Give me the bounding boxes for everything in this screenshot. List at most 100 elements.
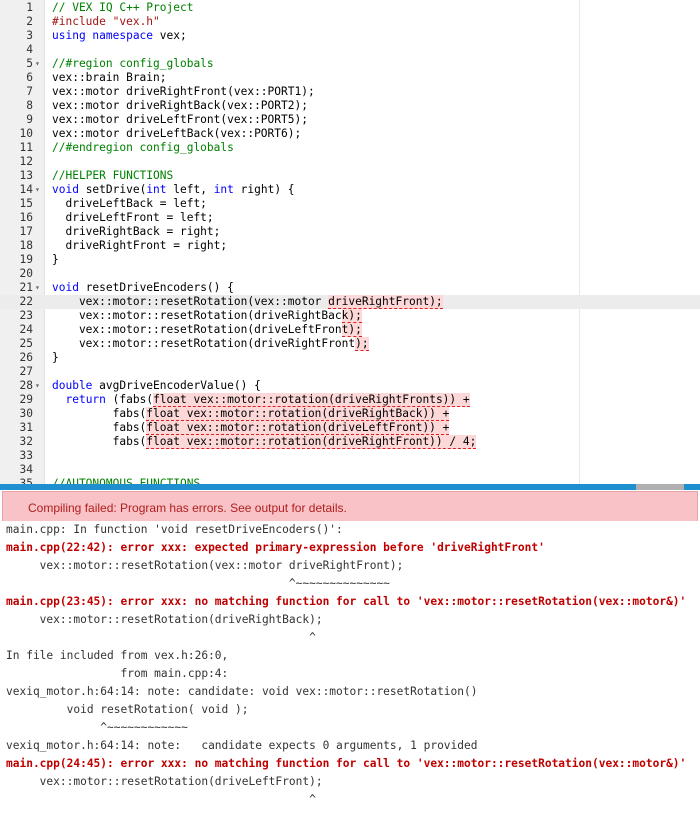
code-text: fabs(float vex::motor::rotation(driveRig… [52, 407, 450, 421]
code-line[interactable]: 31 fabs(float vex::motor::rotation(drive… [0, 421, 700, 435]
code-line[interactable]: 16 driveLeftFront = left; [0, 211, 700, 225]
compile-error-banner: Compiling failed: Program has errors. Se… [2, 491, 698, 522]
code-token: void [52, 281, 79, 294]
output-line: ^ [6, 793, 316, 806]
code-line[interactable]: 13 //HELPER FUNCTIONS [0, 169, 700, 183]
line-number: 23 [19, 309, 33, 322]
code-line[interactable]: 6 vex::brain Brain; [0, 71, 700, 85]
code-line[interactable]: 3 using namespace vex; [0, 29, 700, 43]
code-line[interactable]: 19} [0, 253, 700, 267]
code-line[interactable]: 10 vex::motor driveLeftBack(vex::PORT6); [0, 127, 700, 141]
code-token: using namespace [52, 29, 154, 42]
code-line[interactable]: 14 ▾ void setDrive(int left, int right) { [0, 183, 700, 197]
code-token: driveRightBack = right; [52, 225, 221, 238]
code-line[interactable]: 30 fabs(float vex::motor::rotation(drive… [0, 407, 700, 421]
code-line[interactable]: 9 vex::motor driveLeftFront(vex::PORT5); [0, 113, 700, 127]
code-text: vex::motor::resetRotation(driveLeftFront… [52, 323, 362, 337]
code-token: int [146, 183, 167, 196]
code-line[interactable]: 11 //#endregion config_globals [0, 141, 700, 155]
code-text: using namespace vex; [52, 29, 187, 43]
code-token: "vex.h" [112, 15, 160, 28]
code-token: fabs( [52, 435, 147, 448]
code-token: driveRightFront = right; [52, 239, 228, 252]
code-token: } [52, 253, 59, 266]
code-line[interactable]: 7 vex::motor driveRightFront(vex::PORT1); [0, 85, 700, 99]
code-line[interactable]: 4 [0, 43, 700, 57]
code-token: fabs( [52, 407, 147, 420]
scrollbar-thumb[interactable] [636, 484, 684, 490]
code-token: vex::motor driveRightFront(vex::PORT1); [52, 85, 315, 98]
code-line[interactable]: 24 vex::motor::resetRotation(driveLeftFr… [0, 323, 700, 337]
code-text: driveLeftBack = left; [52, 197, 206, 211]
syntax-error-highlight: float vex::motor::rotation(driveRightFro… [153, 393, 470, 407]
code-editor[interactable]: 1// VEX IQ C++ Project 2 #include "vex.h" 3… [0, 0, 700, 485]
code-line[interactable]: 27 [0, 365, 700, 379]
horizontal-scrollbar[interactable] [0, 484, 700, 490]
line-number: 14 [19, 183, 33, 196]
line-number: 5 [26, 57, 33, 70]
code-text: vex::motor driveLeftBack(vex::PORT6); [52, 127, 301, 141]
code-token: setDrive( [78, 183, 147, 196]
line-number: 3 [26, 29, 33, 42]
line-number: 29 [19, 393, 33, 406]
code-token: left, [166, 183, 214, 196]
code-text: void resetDriveEncoders() { [52, 281, 234, 295]
code-token: } [52, 351, 59, 364]
code-token: resetDriveEncoders() { [78, 281, 234, 294]
code-line[interactable]: 34 [0, 463, 700, 477]
line-number: 1 [26, 1, 33, 14]
syntax-error-highlight: k); [341, 309, 362, 323]
code-token: //#region config_globals [52, 57, 214, 70]
code-line[interactable]: 21 ▾ void resetDriveEncoders() { [0, 281, 700, 295]
code-token: vex; [153, 29, 187, 42]
code-text: vex::motor::resetRotation(vex::motor dri… [52, 295, 443, 309]
line-number: 30 [19, 407, 33, 420]
code-line[interactable]: 26} [0, 351, 700, 365]
line-number: 28 [19, 379, 33, 392]
code-line[interactable]: 25 vex::motor::resetRotation(driveRightF… [0, 337, 700, 351]
code-line[interactable]: 8 vex::motor driveRightBack(vex::PORT2); [0, 99, 700, 113]
line-number: 31 [19, 421, 33, 434]
code-text: //#endregion config_globals [52, 141, 234, 155]
code-line[interactable]: 12 [0, 155, 700, 169]
code-line[interactable]: 22 vex::motor::resetRotation(vex::motor … [0, 295, 700, 309]
code-line[interactable]: 33 [0, 449, 700, 463]
line-number: 2 [26, 15, 33, 28]
line-number: 19 [19, 253, 33, 266]
code-text: vex::motor driveLeftFront(vex::PORT5); [52, 113, 308, 127]
code-text: driveRightBack = right; [52, 225, 220, 239]
code-line[interactable]: 28 ▾ double avgDriveEncoderValue() { [0, 379, 700, 393]
code-token: #include [52, 15, 113, 28]
code-text: void setDrive(int left, int right) { [52, 183, 295, 197]
code-text: vex::motor::resetRotation(driveRightBack… [52, 309, 362, 323]
code-text: fabs(float vex::motor::rotation(driveLef… [52, 421, 450, 435]
compile-error-message: Compiling failed: Program has errors. Se… [28, 501, 347, 515]
fold-toggle-icon[interactable]: ▾ [35, 281, 43, 295]
code-token: vex::motor driveLeftFront(vex::PORT5); [52, 113, 308, 126]
output-line: ^~~~~~~~~~~~~~~ [6, 577, 390, 590]
code-line[interactable]: 23 vex::motor::resetRotation(driveRightB… [0, 309, 700, 323]
fold-toggle-icon[interactable]: ▾ [35, 183, 43, 197]
code-line[interactable]: 17 driveRightBack = right; [0, 225, 700, 239]
code-line[interactable]: 15 driveLeftBack = left; [0, 197, 700, 211]
code-line[interactable]: 2 #include "vex.h" [0, 15, 700, 29]
fold-toggle-icon[interactable]: ▾ [35, 57, 43, 71]
output-panel[interactable]: main.cpp: In function 'void resetDriveEn… [0, 521, 700, 815]
code-line[interactable]: 29 return (fabs(float vex::motor::rotati… [0, 393, 700, 407]
output-line: ^~~~~~~~~~~~~ [6, 721, 188, 734]
code-line[interactable]: 18 driveRightFront = right; [0, 239, 700, 253]
code-text: vex::motor::resetRotation(driveRightFron… [52, 337, 369, 351]
line-number: 16 [19, 211, 33, 224]
fold-toggle-icon[interactable]: ▾ [35, 379, 43, 393]
line-number: 20 [19, 267, 33, 280]
code-text: vex::motor driveRightBack(vex::PORT2); [52, 99, 308, 113]
line-number: 22 [19, 295, 33, 308]
code-line[interactable]: 20 [0, 267, 700, 281]
code-line[interactable]: 1 // VEX IQ C++ Project [0, 1, 700, 15]
output-line: main.cpp: In function 'void resetDriveEn… [6, 523, 343, 536]
code-line[interactable]: 5 ▾ //#region config_globals [0, 57, 700, 71]
code-text: //HELPER FUNCTIONS [52, 169, 173, 183]
code-text: double avgDriveEncoderValue() { [52, 379, 261, 393]
line-number: 33 [19, 449, 33, 462]
code-line[interactable]: 32 fabs(float vex::motor::rotation(drive… [0, 435, 700, 449]
